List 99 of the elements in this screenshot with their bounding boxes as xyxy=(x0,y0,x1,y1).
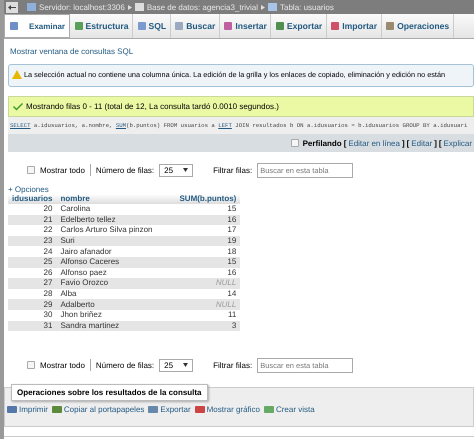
bracket: [ xyxy=(406,138,410,148)
checkbox[interactable] xyxy=(27,361,35,370)
table-cell: 15 xyxy=(159,256,240,268)
tab[interactable]: Exportar xyxy=(271,14,327,38)
table-cell: Alfonso paez xyxy=(56,268,160,278)
table-cell: 23 xyxy=(8,236,56,246)
table-cell: NULL xyxy=(159,278,240,289)
column-header[interactable]: SUM(b.puntos) xyxy=(159,194,240,204)
table-cell: 14 xyxy=(159,288,240,300)
rows-dropdown[interactable]: 25 xyxy=(159,358,194,372)
show-all-label: Mostrar todo xyxy=(40,166,85,174)
action-icon xyxy=(7,405,17,414)
filter-label: Filtrar filas: xyxy=(213,166,252,174)
table-cell: 24 xyxy=(8,246,56,257)
tab-icon xyxy=(330,21,340,31)
action-link[interactable]: Mostrar gráfico xyxy=(194,405,260,414)
table-cell: Jhon briñez xyxy=(56,310,160,321)
table-cell: 22 xyxy=(8,225,56,236)
bracket: [ xyxy=(438,138,442,148)
breadcrumb-link[interactable]: Base de datos: agencia3_trivial xyxy=(146,2,258,12)
action-icon xyxy=(52,405,62,414)
tab[interactable]: Examinar xyxy=(4,14,70,38)
separator-icon xyxy=(261,2,266,12)
show-all-label: Mostrar todo xyxy=(40,360,85,370)
rows-label: Número de filas: xyxy=(96,166,154,174)
table-cell: Carlos Arturo Silva pinzon xyxy=(56,225,160,236)
table-cell: 31 xyxy=(8,320,56,332)
table-cell: 11 xyxy=(159,310,240,321)
table-cell: 20 xyxy=(8,204,56,215)
breadcrumb-link[interactable]: Tabla: usuarios xyxy=(280,2,334,12)
breadcrumb-link[interactable]: Servidor: localhost:3306 xyxy=(39,2,125,12)
query-link[interactable]: Editar en línea xyxy=(348,138,400,148)
table-cell: 30 xyxy=(8,310,56,321)
action-icon xyxy=(194,405,205,414)
table-cell: Edelberto tellez xyxy=(56,214,160,226)
column-header[interactable]: nombre xyxy=(56,194,160,204)
filter-label: Filtrar filas: xyxy=(213,360,252,370)
table-cell: 25 xyxy=(8,256,56,268)
table-cell: 16 xyxy=(159,214,240,226)
bracket: ] xyxy=(402,138,405,148)
warning-icon xyxy=(12,70,22,79)
table-cell: 28 xyxy=(8,288,56,300)
column-header[interactable]: idusuarios xyxy=(8,194,56,204)
table-cell: Alfonso Caceres xyxy=(56,256,160,268)
table-cell: Alba xyxy=(56,288,160,300)
table-cell: Adalberto xyxy=(56,299,160,310)
table-cell: 16 xyxy=(159,268,240,278)
profiling-checkbox[interactable] xyxy=(290,139,299,147)
table-cell: Suri xyxy=(56,236,160,246)
bracket: [ xyxy=(344,138,346,148)
tab-icon xyxy=(136,21,147,31)
profiling-label: Perfilando xyxy=(302,138,342,148)
bracket: ] xyxy=(434,138,437,148)
table-cell: NULL xyxy=(159,299,240,310)
options-link[interactable]: + Opciones xyxy=(8,185,474,194)
separator-icon xyxy=(128,2,132,12)
caret-icon xyxy=(183,168,188,172)
action-icon xyxy=(264,405,274,414)
tab-icon xyxy=(385,21,396,31)
back-arrow-icon[interactable] xyxy=(6,2,18,12)
tab-icon xyxy=(74,21,84,31)
tab[interactable]: Insertar xyxy=(220,14,272,38)
table-cell: 15 xyxy=(159,204,240,215)
caret-icon xyxy=(183,363,188,368)
table-cell: 19 xyxy=(159,236,240,246)
panel-legend: Operaciones sobre los resultados de la consulta xyxy=(11,384,208,402)
table-cell: Sandra martinez xyxy=(56,320,160,332)
action-link[interactable]: Exportar xyxy=(148,405,191,414)
tab[interactable]: SQL xyxy=(133,14,171,38)
table-cell: 29 xyxy=(8,299,56,310)
table-cell: 3 xyxy=(159,320,240,332)
checkbox[interactable] xyxy=(27,166,35,174)
tab[interactable]: Buscar xyxy=(170,14,220,38)
table-cell: Jairo afanador xyxy=(56,246,160,257)
sql-window-link[interactable]: Mostrar ventana de consultas SQL xyxy=(10,47,474,56)
table-cell: 26 xyxy=(8,268,56,278)
rows-dropdown[interactable]: 25 xyxy=(159,164,194,176)
table-cell: 21 xyxy=(8,214,56,226)
action-link[interactable]: Copiar al portapapeles xyxy=(52,405,144,414)
success-text: Mostrando filas 0 - 11 (total de 12, La consulta tardó 0.0010 segundos.) xyxy=(26,102,279,111)
rows-label: Número de filas: xyxy=(96,360,154,370)
query-link[interactable]: Editar xyxy=(411,138,432,148)
check-icon xyxy=(13,102,23,110)
tab[interactable]: Estructura xyxy=(70,14,134,38)
tab-icon xyxy=(223,21,234,31)
action-link[interactable]: Crear vista xyxy=(264,405,315,414)
table-cell: Carolina xyxy=(56,204,160,215)
query-link[interactable]: Explicar xyxy=(444,138,472,148)
tab[interactable]: Operaciones xyxy=(382,14,454,38)
tab-icon xyxy=(174,21,184,31)
table-cell: Favio Orozco xyxy=(56,278,160,289)
tab-icon xyxy=(9,21,19,31)
table-cell: 18 xyxy=(159,246,240,257)
table-cell: 27 xyxy=(8,278,56,289)
tab[interactable]: Importar xyxy=(326,14,382,38)
table-cell: 17 xyxy=(159,225,240,236)
action-link[interactable]: Imprimir xyxy=(7,405,48,414)
tab-icon xyxy=(274,21,285,31)
action-icon xyxy=(148,405,158,414)
